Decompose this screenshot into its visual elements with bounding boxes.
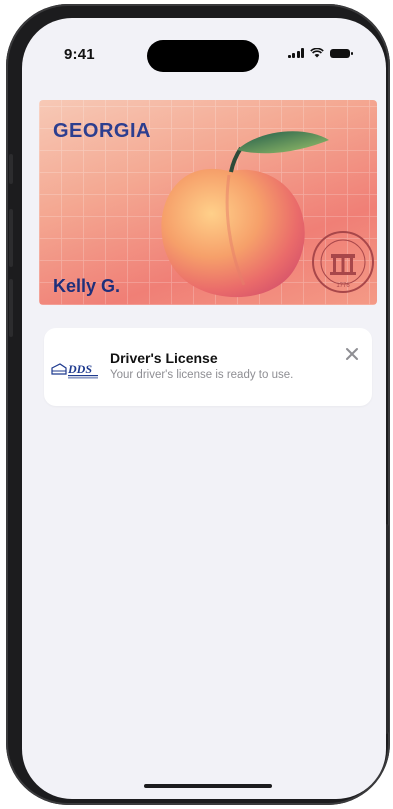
card-holder-name: Kelly G. (53, 276, 121, 296)
volume-up-button[interactable] (9, 209, 13, 267)
close-icon[interactable] (344, 346, 360, 362)
dds-logo-icon: DDS (51, 362, 98, 379)
screen: 9:41 GEORGIA 1776 Kelly G. DDS Driver's … (22, 18, 386, 799)
action-button[interactable] (9, 154, 13, 184)
notification-banner[interactable]: DDS Driver's License Your driver's licen… (44, 328, 372, 406)
peach-illustration (161, 131, 329, 298)
notification-title: Driver's License (110, 350, 218, 366)
battery-icon (330, 48, 353, 58)
notification-body: Your driver's license is ready to use. (110, 369, 294, 381)
phone-frame: 9:41 GEORGIA 1776 Kelly G. DDS Driver's … (6, 4, 390, 805)
status-time: 9:41 (64, 46, 95, 63)
seal-year: 1776 (336, 283, 350, 289)
home-indicator[interactable] (144, 784, 272, 788)
dynamic-island (147, 40, 259, 72)
wifi-icon (310, 48, 324, 58)
dds-logo-text: DDS (67, 362, 92, 376)
volume-down-button[interactable] (9, 279, 13, 337)
state-seal-icon: 1776 (312, 231, 374, 293)
cellular-signal-icon (287, 48, 304, 58)
id-card[interactable]: GEORGIA 1776 Kelly G. (39, 100, 377, 305)
status-icons (287, 48, 353, 58)
